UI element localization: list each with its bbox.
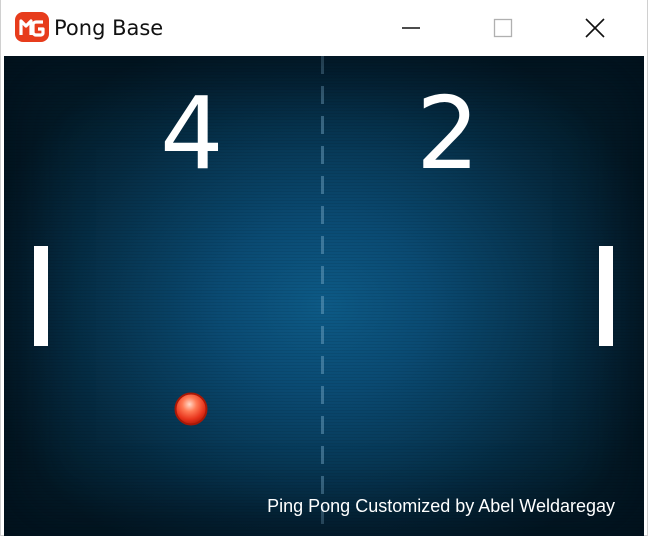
monogame-logo-icon[interactable]: [15, 12, 49, 42]
close-button[interactable]: [549, 0, 641, 56]
minimize-icon: [402, 27, 420, 29]
right-player-score: 2: [416, 75, 480, 192]
game-canvas[interactable]: 4 2 Ping Pong Customized by Abel Weldare…: [4, 56, 644, 536]
close-icon: [585, 18, 605, 38]
right-paddle: [599, 246, 613, 346]
center-net-line: [321, 56, 324, 536]
maximize-icon: [493, 18, 513, 38]
game-window: Pong Base 4 2 Ping Pong Customized by Ab…: [0, 0, 648, 536]
maximize-button[interactable]: [457, 0, 549, 56]
left-paddle: [34, 246, 48, 346]
title-bar[interactable]: Pong Base: [1, 0, 647, 56]
ball: [174, 392, 208, 426]
credit-text: Ping Pong Customized by Abel Weldaregay: [267, 496, 615, 516]
minimize-button[interactable]: [365, 0, 457, 56]
left-player-score: 4: [160, 75, 224, 192]
window-title: Pong Base: [54, 16, 164, 40]
